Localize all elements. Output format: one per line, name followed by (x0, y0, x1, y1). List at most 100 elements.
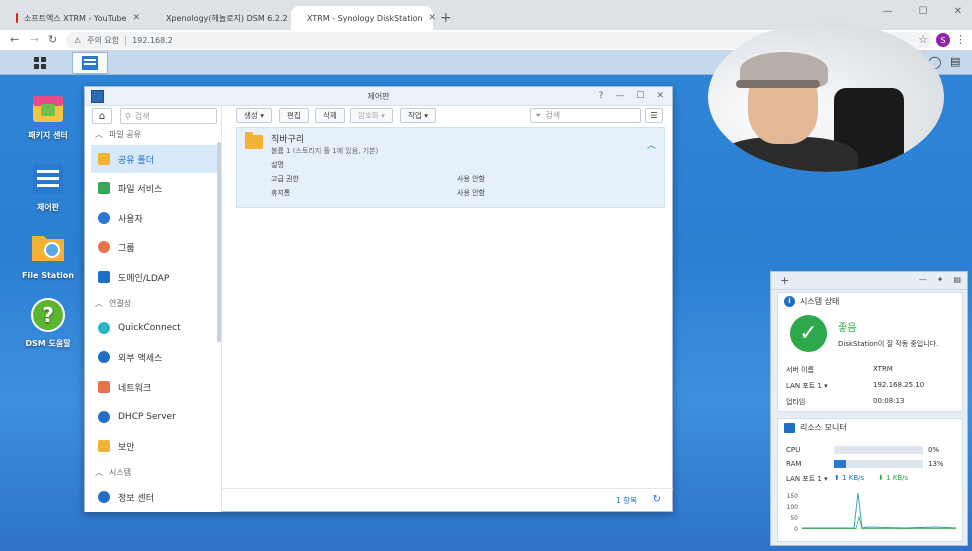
tab-youtube[interactable]: 소프트엑스 XTRM - YouTube ✕ (6, 6, 148, 30)
desktop-icon-label: 패키지 센터 (28, 131, 68, 140)
sidebar-item-network[interactable]: 네트워크 (91, 373, 217, 401)
window-titlebar[interactable]: 제어판 ? — ☐ ✕ (85, 87, 672, 106)
system-health-widget: i 시스템 상태 ✓ 좋음 DiskStation이 잘 작동 중입니다. 서버… (777, 292, 963, 412)
desktop-icon-control-panel[interactable]: 제어판 (18, 162, 78, 213)
section-header-connectivity[interactable]: ︿ 연결성 (95, 298, 131, 309)
section-header-file-sharing[interactable]: ︿ 파일 공유 (95, 129, 141, 140)
sidebar-item-quickconnect[interactable]: QuickConnect (91, 314, 217, 342)
edit-button[interactable]: 편집 (279, 108, 309, 123)
forward-icon[interactable]: → (30, 33, 39, 46)
delete-button[interactable]: 삭제 (315, 108, 345, 123)
shared-folder-icon (98, 153, 110, 165)
widget-header: + — ✦ ▤ (771, 272, 967, 290)
sidebar-item-shared-folder[interactable]: 공유 폴더 (91, 145, 217, 173)
control-panel-logo-icon (91, 90, 104, 103)
sidebar-item-file-services[interactable]: 파일 서비스 (91, 174, 217, 202)
profile-avatar[interactable]: S (936, 33, 950, 47)
desktop-icon-dsm-help[interactable]: ? DSM 도움말 (18, 298, 78, 349)
sidebar-item-info-center[interactable]: 정보 센터 (91, 483, 217, 511)
chart-tick-label: 50 (790, 515, 798, 522)
window-controls: — ☐ ✕ (883, 6, 962, 17)
package-center-icon (33, 96, 63, 122)
list-footer: 1 항목 ↻ (222, 488, 673, 512)
desktop-icon-label: DSM 도움말 (25, 339, 71, 348)
cpu-label: CPU (786, 446, 801, 454)
dhcp-icon (98, 411, 110, 423)
health-status: 좋음 (838, 323, 857, 334)
close-window-icon[interactable]: ✕ (954, 6, 962, 17)
new-tab-button[interactable]: + (440, 10, 452, 26)
bookmark-star-icon[interactable]: ☆ (918, 33, 928, 46)
control-panel-icon (82, 56, 98, 70)
control-panel-icon (33, 164, 63, 194)
close-icon[interactable]: ✕ (429, 13, 437, 23)
security-label: 주의 요함 (87, 36, 120, 45)
domain-ldap-icon (98, 271, 110, 283)
shared-folder-row[interactable]: 직바구리 볼륨 1 (스토리지 풀 1에 있음, 기본) ︿ 설명 고급 권한 … (236, 127, 665, 208)
lan-port-selector[interactable]: LAN 포트 1 ▾ (786, 474, 828, 484)
reload-icon[interactable]: ↻ (48, 33, 57, 46)
tab-title: 소프트엑스 XTRM - YouTube (23, 13, 127, 23)
desktop-icon-package-center[interactable]: 패키지 센터 (18, 90, 78, 141)
main-menu-button[interactable] (22, 52, 58, 74)
monitor-icon (784, 422, 795, 433)
recycle-bin-value: 사용 안함 (457, 189, 485, 197)
sidebar-item-user[interactable]: 사용자 (91, 204, 217, 232)
minimize-icon[interactable]: — (883, 6, 893, 17)
chevron-up-icon[interactable]: ︿ (647, 138, 656, 151)
sidebar-item-group[interactable]: 그룹 (91, 233, 217, 261)
uptime-value: 00:08:13 (873, 397, 905, 405)
sidebar-item-domain-ldap[interactable]: 도메인/LDAP (91, 263, 217, 291)
filter-funnel-icon: ⏷ (535, 110, 542, 120)
sidebar-item-dhcp-server[interactable]: DHCP Server (91, 403, 217, 431)
home-button[interactable]: ⌂ (92, 108, 112, 124)
folder-name: 직바구리 (271, 135, 305, 145)
tab-xpenology[interactable]: Xpenology(헤놀로지) DSM 6.2.2 ✕ (150, 6, 301, 30)
download-rate: ⬇ 1 KB/s (878, 474, 909, 482)
sidebar-item-security[interactable]: 보안 (91, 432, 217, 460)
close-icon[interactable]: ✕ (132, 13, 140, 23)
desktop-icon-label: File Station (22, 271, 74, 280)
browser-menu-icon[interactable]: ⋮ (955, 33, 966, 46)
action-button[interactable]: 작업 ▾ (400, 108, 436, 123)
filter-input[interactable]: ⏷ 검색 (530, 108, 641, 123)
ram-bar (834, 460, 923, 468)
search-placeholder: 검색 (134, 111, 150, 121)
cpu-bar (834, 446, 923, 454)
sidebar-item-external-access[interactable]: 외부 액세스 (91, 343, 217, 371)
chart-series-line (802, 492, 957, 529)
sidebar-scrollbar[interactable] (217, 142, 221, 342)
cpu-percent: 0% (928, 446, 940, 454)
tab-title: Xpenology(헤놀로지) DSM 6.2.2 (166, 13, 288, 23)
maximize-icon[interactable]: ☐ (636, 87, 644, 106)
widgets-icon[interactable]: ▤ (950, 55, 960, 68)
back-icon[interactable]: ← (10, 33, 19, 46)
add-widget-button[interactable]: + (780, 274, 789, 287)
widget-menu-icon[interactable]: ▤ (953, 275, 961, 284)
desktop-icon-label: 제어판 (36, 203, 60, 212)
tab-diskstation[interactable]: XTRM - Synology DiskStation ✕ (291, 6, 436, 30)
divider (125, 35, 127, 46)
shield-icon (98, 440, 110, 452)
desktop-icon-file-station[interactable]: File Station (18, 230, 78, 281)
create-button[interactable]: 생성 ▾ (236, 108, 272, 123)
maximize-icon[interactable]: ☐ (919, 6, 928, 17)
sort-button[interactable]: ☰ (645, 108, 663, 123)
network-house-icon (98, 381, 110, 393)
chart-tick-label: 0 (794, 526, 798, 533)
encrypt-button[interactable]: 암호화 ▾ (350, 108, 393, 123)
file-services-icon (98, 182, 110, 194)
minimize-icon[interactable]: — (615, 87, 624, 106)
pin-icon[interactable]: ✦ (937, 275, 944, 284)
help-icon[interactable]: ? (599, 87, 604, 106)
minimize-icon[interactable]: — (919, 275, 927, 284)
control-panel-window: 제어판 ? — ☐ ✕ ⌂ ⚲ 검색 ︿ 파일 공유 공유 폴더 파일 서비스 … (84, 86, 673, 512)
refresh-icon[interactable]: ↻ (653, 494, 661, 505)
taskbar-control-panel-button[interactable] (72, 52, 108, 74)
sidebar-search-input[interactable]: ⚲ 검색 (120, 108, 217, 124)
widget-title: i 시스템 상태 (784, 296, 839, 307)
search-icon: ⚲ (125, 111, 131, 121)
section-header-system[interactable]: ︿ 시스템 (95, 467, 131, 478)
lan-port-label[interactable]: LAN 포트 1 ▾ (786, 381, 828, 391)
close-icon[interactable]: ✕ (656, 87, 664, 106)
